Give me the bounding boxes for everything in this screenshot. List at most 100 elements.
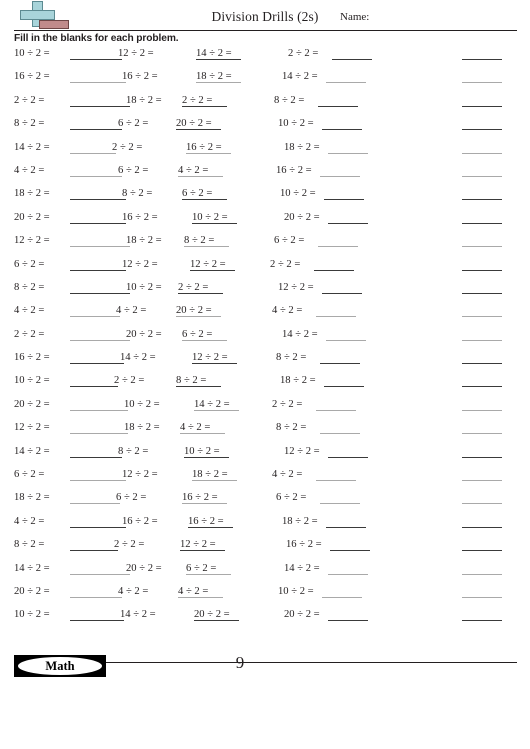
answer-blank[interactable] [320, 363, 360, 365]
problem-row: 10 ÷ 2 = 12 ÷ 2 = 14 ÷ 2 = 2 ÷ 2 = [0, 47, 530, 70]
answer-blank[interactable] [462, 199, 502, 201]
answer-blank[interactable] [462, 59, 502, 60]
answer-blank[interactable] [328, 573, 368, 575]
answer-blank[interactable] [462, 269, 502, 271]
answer-blank[interactable] [462, 246, 502, 248]
answer-blank[interactable] [462, 339, 502, 341]
answer-blank[interactable] [462, 82, 502, 84]
problem-row: 8 ÷ 2 = 10 ÷ 2 = 2 ÷ 2 = 12 ÷ 2 = [0, 281, 530, 304]
answer-blank[interactable] [83, 526, 126, 528]
answer-blank[interactable] [462, 129, 502, 131]
answer-blank[interactable] [462, 386, 502, 388]
answer-blank[interactable] [87, 292, 130, 294]
header-divider [14, 30, 517, 31]
answer-blank[interactable] [77, 316, 120, 318]
answer-blank[interactable] [81, 620, 124, 622]
answer-blank[interactable] [83, 480, 126, 482]
answer-blank[interactable] [85, 409, 128, 411]
answer-blank[interactable] [83, 222, 126, 224]
problem-expression: 10 ÷ 2 = [278, 118, 314, 130]
answer-blank[interactable] [318, 105, 358, 107]
problem-row: 16 ÷ 2 = 14 ÷ 2 = 12 ÷ 2 = 8 ÷ 2 = [0, 351, 530, 374]
answer-blank[interactable] [462, 292, 502, 294]
problem-expression: 12 ÷ 2 = [14, 422, 50, 434]
answer-blank[interactable] [326, 82, 366, 84]
answer-blank[interactable] [79, 456, 122, 458]
answer-blank[interactable] [462, 550, 502, 552]
answer-blank[interactable] [322, 129, 362, 131]
answer-blank[interactable] [85, 433, 128, 435]
answer-blank[interactable] [322, 292, 362, 294]
problem-expression: 18 ÷ 2 = [284, 141, 320, 153]
problem-row: 4 ÷ 2 = 4 ÷ 2 = 20 ÷ 2 = 4 ÷ 2 = [0, 304, 530, 327]
problem-expression: 12 ÷ 2 = [118, 48, 154, 59]
answer-blank[interactable] [462, 316, 502, 318]
answer-blank[interactable] [332, 59, 372, 60]
answer-blank[interactable] [324, 199, 364, 201]
answer-blank[interactable] [328, 222, 368, 224]
problem-expression: 4 ÷ 2 = [14, 305, 45, 317]
answer-blank[interactable] [328, 620, 368, 622]
answer-blank[interactable] [328, 152, 368, 154]
problem-expression: 16 ÷ 2 = [14, 352, 50, 364]
answer-blank[interactable] [322, 596, 362, 598]
answer-blank[interactable] [314, 269, 354, 271]
problem-expression: 10 ÷ 2 = [280, 188, 316, 200]
problem-expression: 10 ÷ 2 = [14, 609, 50, 621]
answer-blank[interactable] [79, 59, 122, 60]
answer-blank[interactable] [462, 409, 502, 411]
problem-expression: 14 ÷ 2 = [14, 141, 50, 153]
answer-blank[interactable] [316, 316, 356, 318]
answer-blank[interactable] [320, 175, 360, 177]
answer-blank[interactable] [79, 596, 122, 598]
answer-blank[interactable] [316, 480, 356, 482]
answer-blank[interactable] [79, 175, 122, 177]
answer-blank[interactable] [318, 246, 358, 248]
answer-blank[interactable] [83, 269, 126, 271]
answer-blank[interactable] [462, 433, 502, 435]
problem-expression: 10 ÷ 2 = [126, 281, 162, 293]
answer-blank[interactable] [462, 573, 502, 575]
answer-blank[interactable] [462, 152, 502, 154]
problem-row: 14 ÷ 2 = 20 ÷ 2 = 6 ÷ 2 = 14 ÷ 2 = [0, 562, 530, 585]
answer-blank[interactable] [462, 175, 502, 177]
answer-blank[interactable] [73, 152, 116, 154]
answer-blank[interactable] [320, 433, 360, 435]
answer-blank[interactable] [77, 503, 120, 505]
answer-blank[interactable] [316, 409, 356, 411]
problem-expression: 12 ÷ 2 = [190, 258, 226, 270]
answer-blank[interactable] [81, 363, 124, 365]
answer-blank[interactable] [324, 386, 364, 388]
answer-blank[interactable] [320, 503, 360, 505]
answer-blank[interactable] [87, 246, 130, 248]
answer-blank[interactable] [462, 456, 502, 458]
answer-blank[interactable] [462, 503, 502, 505]
problem-expression: 6 ÷ 2 = [182, 188, 213, 200]
answer-blank[interactable] [462, 480, 502, 482]
answer-blank[interactable] [79, 129, 122, 131]
problem-expression: 18 ÷ 2 = [196, 71, 232, 83]
answer-blank[interactable] [75, 550, 118, 552]
problem-expression: 2 ÷ 2 = [14, 94, 45, 106]
problem-expression: 4 ÷ 2 = [272, 305, 303, 317]
answer-blank[interactable] [326, 526, 366, 528]
answer-blank[interactable] [87, 339, 130, 341]
answer-blank[interactable] [462, 526, 502, 528]
answer-blank[interactable] [330, 550, 370, 552]
answer-blank[interactable] [462, 105, 502, 107]
answer-blank[interactable] [462, 620, 502, 622]
answer-blank[interactable] [462, 363, 502, 365]
answer-blank[interactable] [462, 222, 502, 224]
answer-blank[interactable] [328, 456, 368, 458]
problem-expression: 12 ÷ 2 = [180, 539, 216, 551]
problem-expression: 14 ÷ 2 = [194, 398, 230, 410]
answer-blank[interactable] [87, 105, 130, 107]
answer-blank[interactable] [462, 596, 502, 598]
answer-blank[interactable] [83, 82, 126, 84]
answer-blank[interactable] [326, 339, 366, 341]
answer-blank[interactable] [87, 573, 130, 575]
problem-expression: 6 ÷ 2 = [118, 118, 149, 130]
answer-blank[interactable] [83, 199, 126, 201]
answer-blank[interactable] [75, 386, 118, 388]
problem-expression: 16 ÷ 2 = [122, 71, 158, 83]
